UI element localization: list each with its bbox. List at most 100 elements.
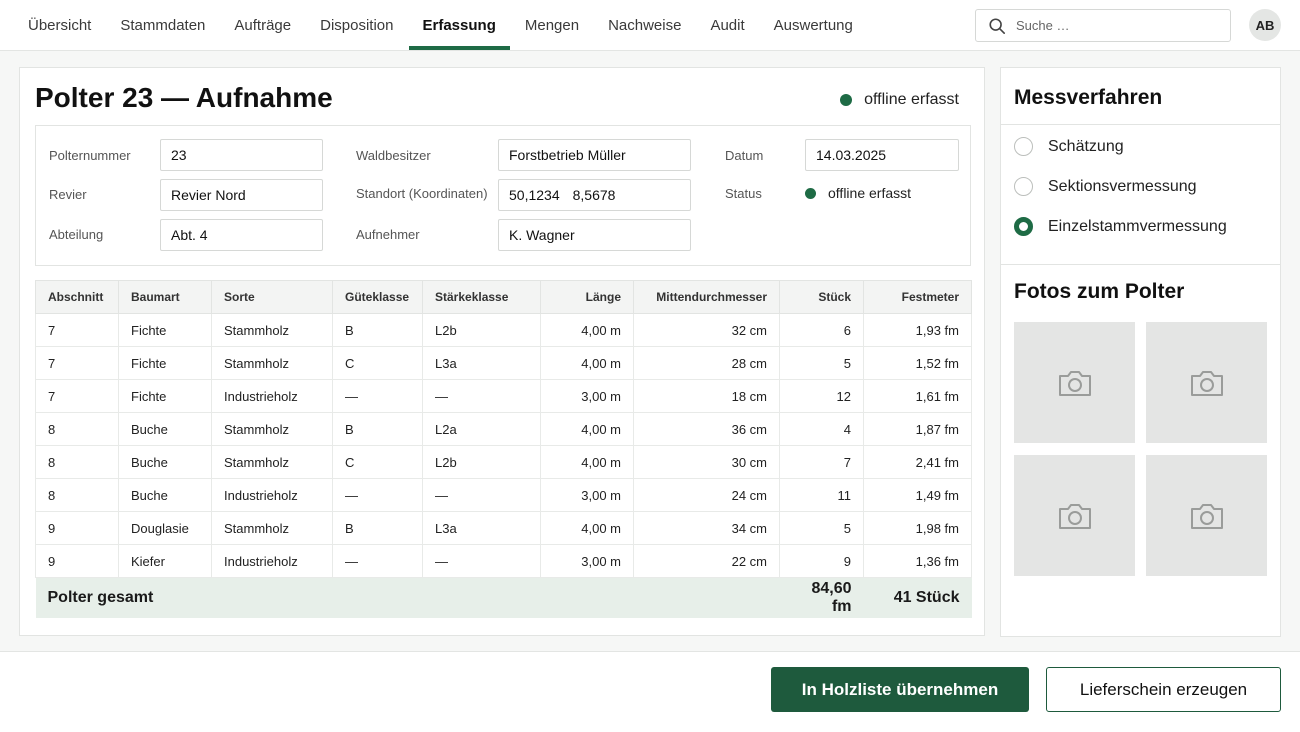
cell-baumart: Kiefer bbox=[118, 544, 212, 578]
nav-item-disposition[interactable]: Disposition bbox=[306, 0, 407, 50]
standort-lat: 50,1234 bbox=[509, 187, 560, 203]
col-header-staerkeklasse[interactable]: Stärkeklasse bbox=[422, 280, 541, 314]
cell-stueck: 5 bbox=[779, 511, 864, 545]
col-header-sorte[interactable]: Sorte bbox=[211, 280, 333, 314]
cell-abschnitt: 8 bbox=[35, 478, 119, 512]
col-header-laenge[interactable]: Länge bbox=[540, 280, 634, 314]
col-header-gueteklasse[interactable]: Güteklasse bbox=[332, 280, 423, 314]
user-avatar[interactable]: AB bbox=[1249, 9, 1281, 41]
cell-stueck: 5 bbox=[779, 346, 864, 380]
col-header-abschnitt[interactable]: Abschnitt bbox=[35, 280, 119, 314]
page-title: Polter 23 — Aufnahme bbox=[35, 82, 333, 113]
abteilung-field[interactable]: Abt. 4 bbox=[160, 219, 323, 251]
cell-stueck: 11 bbox=[779, 478, 864, 512]
total-label: Polter gesamt bbox=[35, 577, 780, 618]
nav-item-nachweise[interactable]: Nachweise bbox=[594, 0, 695, 50]
cell-staerkeklasse: — bbox=[422, 544, 541, 578]
cell-baumart: Buche bbox=[118, 412, 212, 446]
cell-laenge: 4,00 m bbox=[540, 346, 634, 380]
datum-field[interactable]: 14.03.2025 bbox=[805, 139, 959, 171]
cell-festmeter: 1,87 fm bbox=[863, 412, 972, 446]
col-header-stueck[interactable]: Stück bbox=[779, 280, 864, 314]
cell-baumart: Douglasie bbox=[118, 511, 212, 545]
revier-field[interactable]: Revier Nord bbox=[160, 179, 323, 211]
total-stueck: 41 Stück bbox=[863, 577, 972, 618]
cell-festmeter: 1,98 fm bbox=[863, 511, 972, 545]
cell-baumart: Fichte bbox=[118, 346, 212, 380]
cell-baumart: Fichte bbox=[118, 379, 212, 413]
cell-staerkeklasse: L3a bbox=[422, 346, 541, 380]
cell-abschnitt: 7 bbox=[35, 313, 119, 347]
col-header-mittendurchmesser[interactable]: Mittendurchmesser bbox=[633, 280, 780, 314]
nav-item-auftraege[interactable]: Aufträge bbox=[220, 0, 305, 50]
table-row[interactable]: 8 Buche Industrieholz — — 3,00 m 24 cm 1… bbox=[35, 478, 972, 512]
status-dot-icon bbox=[840, 94, 853, 106]
fotos-title: Fotos zum Polter bbox=[1014, 280, 1185, 303]
cell-laenge: 4,00 m bbox=[540, 511, 634, 545]
photo-slot[interactable] bbox=[1146, 455, 1267, 576]
lieferschein-erzeugen-button[interactable]: Lieferschein erzeugen bbox=[1046, 667, 1281, 712]
photo-slot[interactable] bbox=[1014, 455, 1135, 576]
cell-abschnitt: 9 bbox=[35, 544, 119, 578]
cell-festmeter: 1,93 fm bbox=[863, 313, 972, 347]
cell-mittendurchmesser: 32 cm bbox=[633, 313, 780, 347]
top-navigation-bar: Übersicht Stammdaten Aufträge Dispositio… bbox=[0, 0, 1300, 51]
cell-sorte: Stammholz bbox=[211, 511, 333, 545]
cell-festmeter: 1,49 fm bbox=[863, 478, 972, 512]
cell-staerkeklasse: L2b bbox=[422, 313, 541, 347]
camera-icon bbox=[1058, 370, 1091, 396]
search-box[interactable] bbox=[975, 9, 1231, 42]
cell-laenge: 4,00 m bbox=[540, 445, 634, 479]
status-text: offline erfasst bbox=[864, 91, 959, 108]
polternummer-field[interactable]: 23 bbox=[160, 139, 323, 171]
table-row[interactable]: 7 Fichte Stammholz C L3a 4,00 m 28 cm 5 … bbox=[35, 346, 972, 380]
radio-label: Sektionsvermessung bbox=[1048, 177, 1197, 195]
radio-label: Einzelstammvermessung bbox=[1048, 217, 1227, 235]
table-row[interactable]: 8 Buche Stammholz B L2a 4,00 m 36 cm 4 1… bbox=[35, 412, 972, 446]
nav-item-auswertung[interactable]: Auswertung bbox=[760, 0, 867, 50]
cell-festmeter: 1,52 fm bbox=[863, 346, 972, 380]
cell-baumart: Buche bbox=[118, 478, 212, 512]
photo-slot[interactable] bbox=[1146, 322, 1267, 443]
nav-item-stammdaten[interactable]: Stammdaten bbox=[106, 0, 219, 50]
table-row[interactable]: 9 Douglasie Stammholz B L3a 4,00 m 34 cm… bbox=[35, 511, 972, 545]
nav-item-mengen[interactable]: Mengen bbox=[511, 0, 593, 50]
polter-form: Polternummer 23 Revier Revier Nord Abtei… bbox=[35, 125, 971, 266]
status-field-text: offline erfasst bbox=[828, 185, 912, 201]
table-row[interactable]: 9 Kiefer Industrieholz — — 3,00 m 22 cm … bbox=[35, 544, 972, 578]
table-row[interactable]: 7 Fichte Industrieholz — — 3,00 m 18 cm … bbox=[35, 379, 972, 413]
radio-sektionsvermessung[interactable]: Sektionsvermessung bbox=[1014, 177, 1197, 196]
radio-einzelstammvermessung[interactable]: Einzelstammvermessung bbox=[1014, 217, 1227, 236]
nav-item-uebersicht[interactable]: Übersicht bbox=[14, 0, 105, 50]
cell-abschnitt: 8 bbox=[35, 445, 119, 479]
holzliste-uebernehmen-button[interactable]: In Holzliste übernehmen bbox=[771, 667, 1029, 712]
cell-stueck: 12 bbox=[779, 379, 864, 413]
cell-sorte: Stammholz bbox=[211, 346, 333, 380]
search-input[interactable] bbox=[1016, 18, 1216, 33]
table-row[interactable]: 8 Buche Stammholz C L2b 4,00 m 30 cm 7 2… bbox=[35, 445, 972, 479]
standort-field[interactable]: 50,1234 8,5678 bbox=[498, 179, 691, 211]
nav-item-erfassung[interactable]: Erfassung bbox=[408, 0, 511, 50]
status-label: Status bbox=[725, 186, 762, 201]
cell-gueteklasse: — bbox=[332, 478, 423, 512]
polternummer-label: Polternummer bbox=[49, 148, 131, 163]
cell-gueteklasse: — bbox=[332, 379, 423, 413]
radio-circle-icon bbox=[1014, 177, 1033, 196]
radio-schaetzung[interactable]: Schätzung bbox=[1014, 137, 1124, 156]
cell-stueck: 4 bbox=[779, 412, 864, 446]
waldbesitzer-field[interactable]: Forstbetrieb Müller bbox=[498, 139, 691, 171]
cell-festmeter: 2,41 fm bbox=[863, 445, 972, 479]
cell-sorte: Industrieholz bbox=[211, 544, 333, 578]
cell-stueck: 6 bbox=[779, 313, 864, 347]
col-header-baumart[interactable]: Baumart bbox=[118, 280, 212, 314]
cell-staerkeklasse: L2a bbox=[422, 412, 541, 446]
radio-label: Schätzung bbox=[1048, 137, 1124, 155]
cell-stueck: 7 bbox=[779, 445, 864, 479]
table-header-row: Abschnitt Baumart Sorte Güteklasse Stärk… bbox=[35, 280, 972, 314]
photo-slot[interactable] bbox=[1014, 322, 1135, 443]
status-indicator: offline erfasst bbox=[840, 91, 959, 109]
col-header-festmeter[interactable]: Festmeter bbox=[863, 280, 972, 314]
nav-item-audit[interactable]: Audit bbox=[696, 0, 758, 50]
aufnehmer-field[interactable]: K. Wagner bbox=[498, 219, 691, 251]
table-row[interactable]: 7 Fichte Stammholz B L2b 4,00 m 32 cm 6 … bbox=[35, 313, 972, 347]
